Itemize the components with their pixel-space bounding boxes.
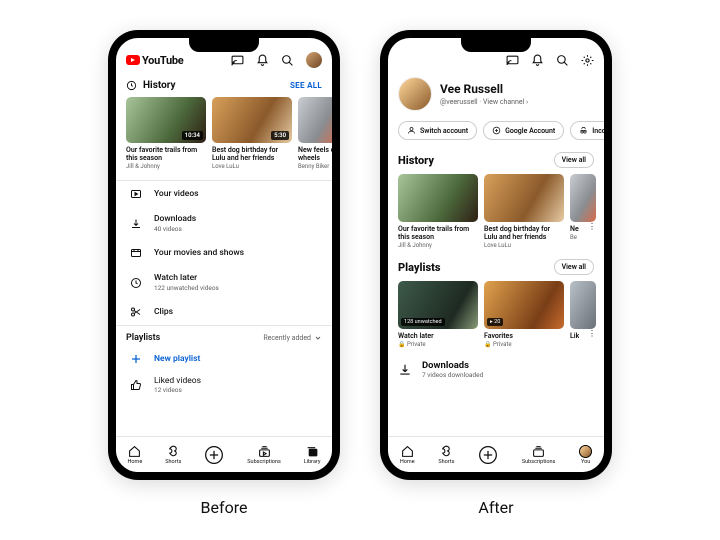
nav-shorts[interactable]: Shorts [165,445,181,465]
account-chips[interactable]: Switch account Google Account Incog [388,119,604,148]
sort-dropdown[interactable]: Recently added [263,334,322,342]
history-card[interactable]: Best dog birthday for Lulu and her frien… [484,174,564,249]
incognito-chip[interactable]: Incog [570,121,604,140]
see-all-link[interactable]: SEE ALL [290,81,322,90]
play-box-icon [130,188,142,200]
download-icon [398,363,412,377]
chevron-down-icon [314,334,322,342]
settings-icon[interactable] [581,54,594,67]
playlists-label: Playlists [126,333,160,343]
history-card[interactable]: New feels on wheels Benny Biker [298,97,332,170]
thumbs-up-icon [130,379,142,391]
switch-account-chip[interactable]: Switch account [398,121,477,140]
watch-later-row[interactable]: Watch later122 unwatched videos [116,266,332,299]
bell-icon[interactable] [531,54,544,67]
history-strip[interactable]: Our favorite trails from this season Jil… [388,172,604,255]
playlist-card[interactable]: 128 unwatched Watch later 🔒 Private [398,281,478,348]
bottom-nav: Home Shorts Subscriptions [388,436,604,472]
subscriptions-icon [258,445,271,458]
playlist-card[interactable]: Lik⋮ [570,281,596,348]
home-icon [401,445,414,458]
nav-home[interactable]: Home [400,445,415,465]
plus-icon [130,353,142,365]
shorts-icon [167,445,180,458]
playlists-strip[interactable]: 128 unwatched Watch later 🔒 Private ▸ 20… [388,279,604,354]
movies-row[interactable]: Your movies and shows [116,240,332,266]
search-icon[interactable] [281,54,294,67]
history-header: History SEE ALL [116,74,332,95]
search-icon[interactable] [556,54,569,67]
history-label: History [398,154,434,167]
new-playlist-button[interactable]: New playlist [116,347,332,371]
google-icon [492,126,501,135]
history-card[interactable]: 5:30 Best dog birthday for Lulu and her … [212,97,292,170]
nav-you[interactable]: You [579,445,592,465]
download-icon [130,218,142,230]
avatar[interactable] [306,52,322,68]
your-videos-row[interactable]: Your videos [116,181,332,207]
bottom-nav: Home Shorts Subscriptions [116,436,332,472]
history-icon [126,80,137,91]
history-strip[interactable]: 10:34 Our favorite trails from this seas… [116,95,332,176]
nav-create[interactable] [478,445,498,465]
film-icon [130,247,142,259]
avatar-icon [579,445,592,458]
library-icon [306,445,319,458]
incognito-icon [579,126,588,135]
cast-icon[interactable] [231,54,244,67]
scissors-icon [130,306,142,318]
clock-icon [130,277,142,289]
youtube-logo[interactable]: YouTube [126,54,183,67]
caption-before: Before [201,498,248,517]
history-card[interactable]: Ne⋮ Be [570,174,596,249]
nav-subscriptions[interactable]: Subscriptions [522,445,556,465]
plus-circle-icon [478,445,498,465]
home-icon [128,445,141,458]
nav-subscriptions[interactable]: Subscriptions [247,445,281,465]
cast-icon[interactable] [506,54,519,67]
nav-library[interactable]: Library [304,445,321,465]
downloads-row[interactable]: Downloads 7 videos downloaded [422,360,483,379]
liked-videos-row[interactable]: Liked videos12 videos [116,371,332,399]
avatar[interactable] [398,77,432,111]
switch-icon [407,126,416,135]
profile-name: Vee Russell [440,82,528,96]
plus-circle-icon [204,445,224,465]
playlists-label: Playlists [398,261,441,274]
nav-home[interactable]: Home [127,445,142,465]
view-all-button[interactable]: View all [554,259,594,275]
clips-row[interactable]: Clips [116,299,332,325]
profile-block[interactable]: Vee Russell @veerussell · View channel › [388,73,604,119]
view-all-button[interactable]: View all [554,152,594,168]
playlist-card[interactable]: ▸ 20 Favorites 🔒 Private [484,281,564,348]
bell-icon[interactable] [256,54,269,67]
nav-create[interactable] [204,445,224,465]
caption-after: After [478,498,513,517]
history-card[interactable]: Our favorite trails from this season Jil… [398,174,478,249]
shorts-icon [440,445,453,458]
nav-shorts[interactable]: Shorts [438,445,454,465]
subscriptions-icon [532,445,545,458]
google-account-chip[interactable]: Google Account [483,121,564,140]
history-card[interactable]: 10:34 Our favorite trails from this seas… [126,97,206,170]
downloads-row[interactable]: Downloads40 videos [116,207,332,240]
